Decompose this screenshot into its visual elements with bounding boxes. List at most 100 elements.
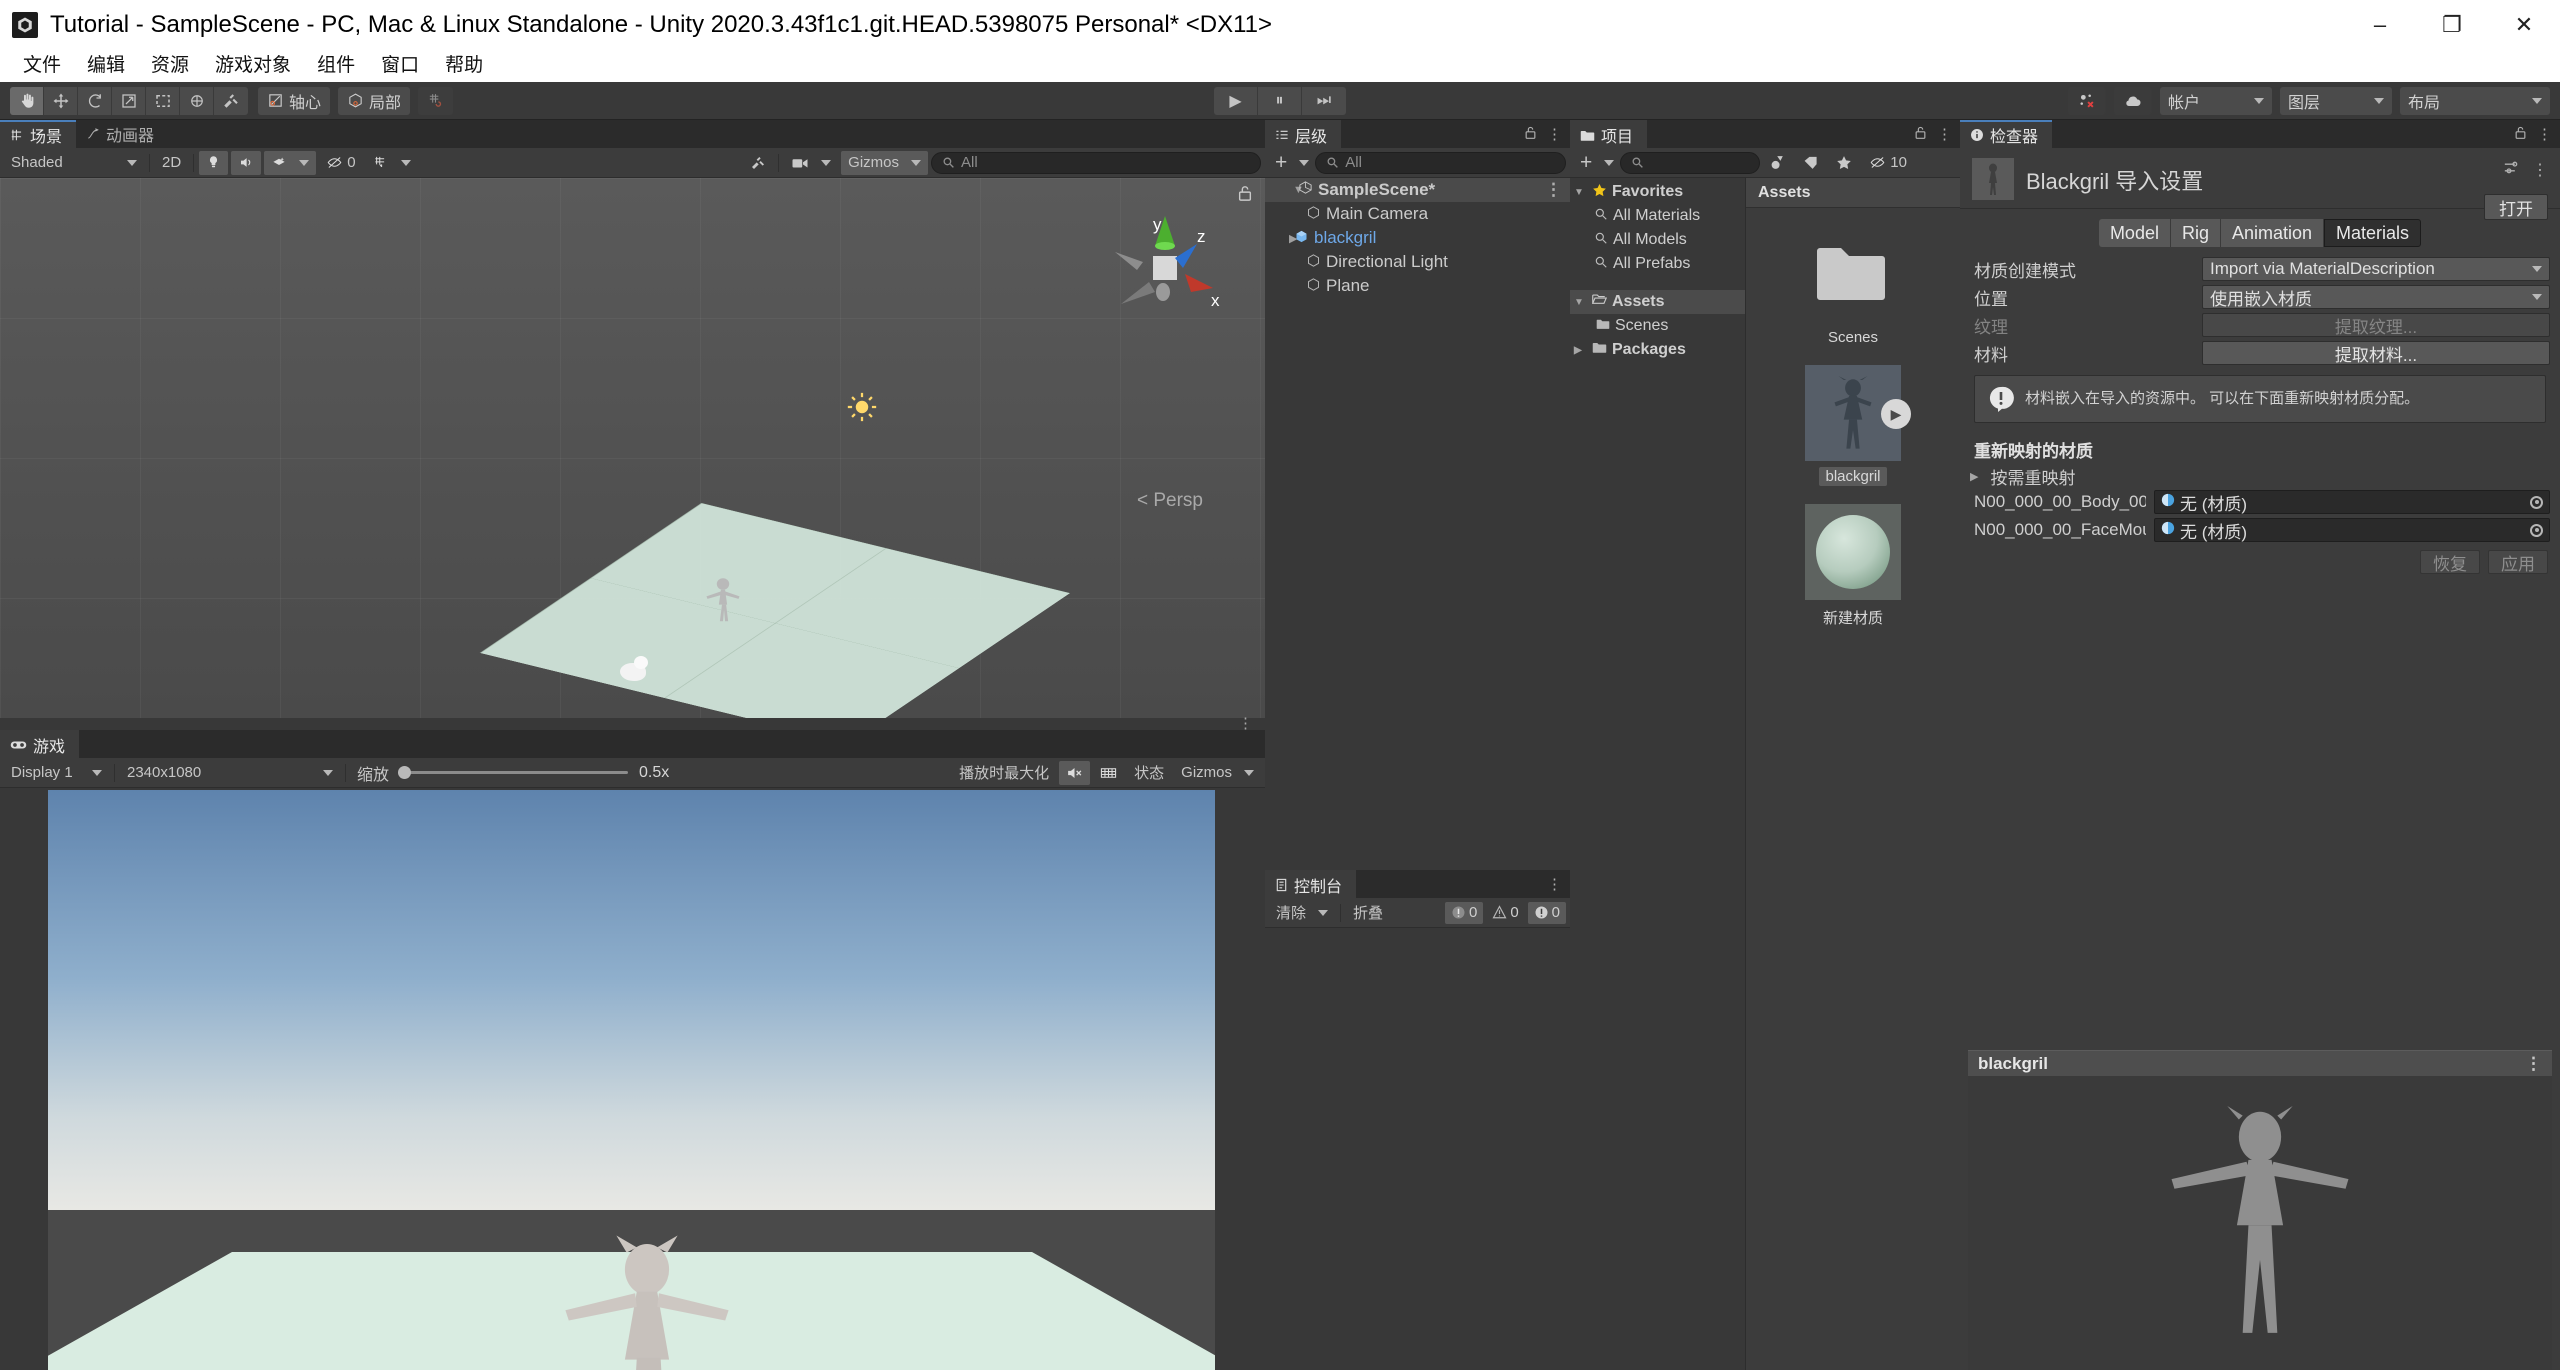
filter-by-type-icon[interactable] xyxy=(1763,151,1793,175)
scene-viewport[interactable]: < Persp y x z xyxy=(0,178,1265,718)
hierarchy-item-main-camera[interactable]: Main Camera xyxy=(1265,202,1570,226)
layout-dropdown[interactable]: 布局 xyxy=(2400,87,2550,115)
chevron-right-icon[interactable]: ▶ xyxy=(1574,345,1587,356)
space-toggle-button[interactable]: 局部 xyxy=(338,87,410,115)
stats-icon[interactable] xyxy=(1093,761,1124,785)
scene-lock-icon[interactable] xyxy=(1237,184,1253,207)
cloud-icon[interactable] xyxy=(2114,87,2152,115)
on-demand-remap-foldout[interactable]: ▶ 按需重映射 xyxy=(1960,464,2560,488)
create-asset-button[interactable]: + xyxy=(1574,151,1617,175)
open-asset-button[interactable]: 打开 xyxy=(2484,194,2548,220)
project-tree-packages[interactable]: ▶ Packages xyxy=(1570,338,1745,362)
minimize-button[interactable]: – xyxy=(2344,0,2416,50)
hierarchy-item-plane[interactable]: Plane xyxy=(1265,274,1570,298)
menu-file[interactable]: 文件 xyxy=(10,50,74,82)
rotate-tool-button[interactable] xyxy=(78,87,112,115)
grid-icon[interactable] xyxy=(366,151,418,175)
object-picker-icon[interactable] xyxy=(2530,524,2543,537)
hidden-objects-toggle[interactable]: 0 xyxy=(319,151,362,175)
rect-tool-button[interactable] xyxy=(146,87,180,115)
console-log-list[interactable] xyxy=(1265,928,1570,1370)
project-tree-all-materials[interactable]: All Materials xyxy=(1570,204,1745,228)
hierarchy-search-input[interactable]: All xyxy=(1315,152,1566,174)
scene-row-kebab[interactable]: ⋮ xyxy=(1545,180,1562,200)
star-icon[interactable] xyxy=(1829,151,1859,175)
display-dropdown[interactable]: Display 1 xyxy=(4,761,109,785)
project-search-input[interactable] xyxy=(1620,152,1760,174)
clear-console-button[interactable]: 清除 xyxy=(1269,901,1335,925)
remap-material-objectfield[interactable]: 无 (材质) xyxy=(2154,490,2550,514)
hierarchy-options-kebab[interactable]: ⋮ xyxy=(1547,125,1562,144)
extract-textures-button[interactable]: 提取纹理... xyxy=(2202,313,2550,337)
preview-header[interactable]: blackgril ⋮ xyxy=(1968,1050,2552,1076)
project-asset-new-material[interactable]: 新建材质 xyxy=(1746,504,1960,629)
remap-material-objectfield[interactable]: 无 (材质) xyxy=(2154,518,2550,542)
preview-options-kebab[interactable]: ⋮ xyxy=(2525,1054,2542,1074)
project-tree-all-prefabs[interactable]: All Prefabs xyxy=(1570,252,1745,276)
resolution-dropdown[interactable]: 2340x1080 xyxy=(120,761,340,785)
snap-toggle-button[interactable] xyxy=(418,87,453,115)
hierarchy-item-blackgril[interactable]: ▶ blackgril xyxy=(1265,226,1570,250)
menu-component[interactable]: 组件 xyxy=(304,50,368,82)
chevron-down-icon[interactable]: ▼ xyxy=(1271,184,1293,196)
hierarchy-item-directional-light[interactable]: Directional Light xyxy=(1265,250,1570,274)
character-model-scene[interactable] xyxy=(700,575,746,630)
project-asset-scenes[interactable]: Scenes xyxy=(1746,226,1960,347)
step-button[interactable]: ⏭ xyxy=(1302,87,1346,115)
scene-axis-gizmo[interactable]: y x z xyxy=(1105,208,1225,328)
game-gizmos-dropdown[interactable]: Gizmos xyxy=(1174,761,1261,785)
inspector-asset-kebab[interactable]: ⋮ xyxy=(2532,160,2548,180)
tab-rig[interactable]: Rig xyxy=(2171,219,2221,247)
scene-search-input[interactable]: All xyxy=(931,152,1261,174)
tab-animation[interactable]: Animation xyxy=(2221,219,2324,247)
tab-game[interactable]: 游戏 xyxy=(0,730,79,758)
custom-editor-tool-button[interactable] xyxy=(214,87,248,115)
project-tree-all-models[interactable]: All Models xyxy=(1570,228,1745,252)
add-gameobject-button[interactable]: + xyxy=(1269,151,1312,175)
pause-button[interactable]: ⏸ xyxy=(1258,87,1302,115)
zoom-slider-knob[interactable] xyxy=(398,766,411,779)
chevron-right-icon[interactable]: ▶ xyxy=(1970,470,1978,483)
extract-materials-button[interactable]: 提取材料... xyxy=(2202,341,2550,365)
tab-project[interactable]: 项目 xyxy=(1570,120,1647,148)
pivot-toggle-button[interactable]: 轴心 xyxy=(258,87,330,115)
tab-scene[interactable]: 场景 xyxy=(0,120,76,148)
stats-button[interactable]: 状态 xyxy=(1127,761,1171,785)
directional-light-gizmo[interactable] xyxy=(845,390,879,432)
preview-body[interactable] xyxy=(1968,1076,2552,1370)
material-creation-mode-dropdown[interactable]: Import via MaterialDescription xyxy=(2202,257,2550,281)
transform-tool-button[interactable] xyxy=(180,87,214,115)
lock-icon[interactable] xyxy=(1914,125,1927,144)
revert-button[interactable]: 恢复 xyxy=(2420,550,2480,574)
play-preview-icon[interactable]: ▶ xyxy=(1881,399,1911,429)
lock-icon[interactable] xyxy=(1524,125,1537,144)
zoom-slider[interactable] xyxy=(398,763,628,783)
close-button[interactable]: ✕ xyxy=(2488,0,2560,50)
play-button[interactable]: ▶ xyxy=(1214,87,1258,115)
tab-hierarchy[interactable]: 层级 xyxy=(1265,120,1341,148)
console-options-kebab[interactable]: ⋮ xyxy=(1547,875,1562,893)
hidden-packages-toggle[interactable]: 10 xyxy=(1862,151,1914,175)
draw-mode-dropdown[interactable]: Shaded xyxy=(4,151,144,175)
camera-icon[interactable] xyxy=(784,151,838,175)
move-tool-button[interactable] xyxy=(44,87,78,115)
services-icon[interactable] xyxy=(2068,87,2106,115)
lightbulb-icon[interactable] xyxy=(199,151,228,175)
2d-toggle-button[interactable]: 2D xyxy=(155,151,188,175)
inspector-options-kebab[interactable]: ⋮ xyxy=(2537,125,2552,144)
project-options-kebab[interactable]: ⋮ xyxy=(1937,125,1952,144)
tab-animator[interactable]: 动画器 xyxy=(76,120,168,148)
preset-icon[interactable] xyxy=(2503,160,2520,180)
scale-tool-button[interactable] xyxy=(112,87,146,115)
chevron-down-icon[interactable]: ▼ xyxy=(1574,187,1587,198)
account-dropdown[interactable]: 帐户 xyxy=(2160,87,2272,115)
perspective-label[interactable]: < Persp xyxy=(1137,490,1203,512)
location-dropdown[interactable]: 使用嵌入材质 xyxy=(2202,285,2550,309)
mute-audio-icon[interactable] xyxy=(1059,761,1090,785)
lock-icon[interactable] xyxy=(2514,125,2527,144)
hierarchy-scene-row[interactable]: ▼ SampleScene* ⋮ xyxy=(1265,178,1570,202)
gizmos-dropdown[interactable]: Gizmos xyxy=(841,151,928,175)
menu-assets[interactable]: 资源 xyxy=(138,50,202,82)
menu-edit[interactable]: 编辑 xyxy=(74,50,138,82)
project-tree-scenes[interactable]: Scenes xyxy=(1570,314,1745,338)
